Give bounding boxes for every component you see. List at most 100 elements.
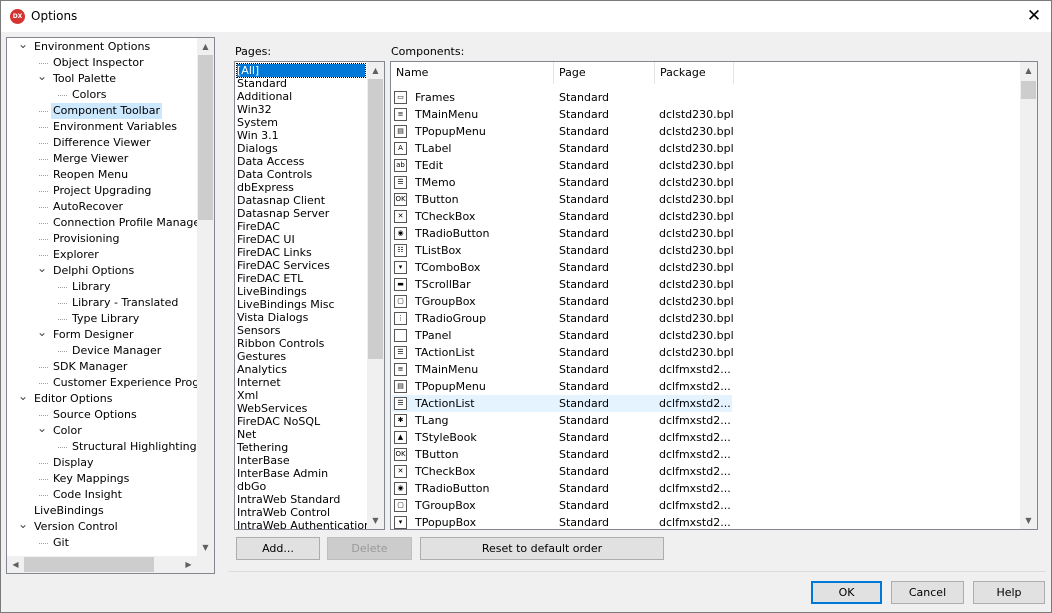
page-list-item[interactable]: Data Controls [237,168,312,181]
page-list-item[interactable]: dbGo [237,480,266,493]
scroll-right-icon[interactable]: ▶ [180,556,197,573]
component-row[interactable]: ☰ TActionList Standard dclstd230.bpl [392,344,734,361]
page-list-item[interactable]: Xml [237,389,258,402]
scroll-down-icon[interactable]: ▼ [367,512,384,529]
page-list-item[interactable]: InterBase [237,454,290,467]
tree-item[interactable]: Git [7,535,197,551]
tree-item[interactable]: Project Upgrading [7,183,197,199]
page-list-item[interactable]: FireDAC UI [237,233,295,246]
tree-item[interactable]: Colors [7,87,197,103]
component-row[interactable]: ▢ TGroupBox Standard dclfmxstd2... [392,497,732,514]
tree-item[interactable]: ⌄ Form Designer [7,324,197,343]
chevron-down-icon[interactable]: ⌄ [37,324,47,340]
component-row[interactable]: ▤ TPopupMenu Standard dclstd230.bpl [392,123,734,140]
chevron-down-icon[interactable]: ⌄ [37,68,47,84]
page-list-item[interactable]: Tethering [237,441,288,454]
component-row[interactable]: ☰ TMemo Standard dclstd230.bpl [392,174,734,191]
page-list-item[interactable]: WebServices [237,402,307,415]
tree-item[interactable]: Display [7,455,197,471]
component-row[interactable]: ✱ TLang Standard dclfmxstd2... [392,412,732,429]
page-list-item[interactable]: FireDAC Links [237,246,312,259]
scroll-left-icon[interactable]: ◀ [7,556,24,573]
component-row[interactable]: TPanel Standard dclstd230.bpl [392,327,734,344]
scroll-thumb[interactable] [198,55,213,220]
tree-item[interactable]: Connection Profile Manager [7,215,205,231]
page-list-item[interactable]: Win 3.1 [237,129,279,142]
page-list-item[interactable]: [All] [236,63,366,78]
scroll-up-icon[interactable]: ▲ [367,62,384,79]
hscroll-thumb[interactable] [24,557,154,572]
tree-item[interactable]: Reopen Menu [7,167,197,183]
tree-item[interactable]: Code Insight [7,487,197,503]
tree-item[interactable]: Component Toolbar [7,103,197,119]
tree-item[interactable]: Library - Translated [7,295,197,311]
scroll-down-icon[interactable]: ▼ [197,539,214,556]
page-list-item[interactable]: FireDAC NoSQL [237,415,320,428]
tree-item[interactable]: LiveBindings [7,503,197,519]
pages-listbox[interactable]: [All] Standard Additional Win32 System Win 3.… [234,61,385,530]
tree-item[interactable]: Structural Highlighting [7,439,197,455]
component-row[interactable]: ◉ TRadioButton Standard dclstd230.bpl [392,225,734,242]
page-list-item[interactable]: Sensors [237,324,280,337]
pages-vertical-scrollbar[interactable]: ▲ ▼ [367,62,384,529]
page-list-item[interactable]: FireDAC [237,220,280,233]
page-list-item[interactable]: Data Access [237,155,304,168]
page-list-item[interactable]: Gestures [237,350,286,363]
scroll-up-icon[interactable]: ▲ [197,38,214,55]
reset-default-order-button[interactable]: Reset to default order [420,537,664,560]
page-list-item[interactable]: IntraWeb Standard [237,493,340,506]
chevron-down-icon[interactable]: ⌄ [18,388,28,404]
page-list-item[interactable]: Standard [237,77,287,90]
component-row[interactable]: ▬ TScrollBar Standard dclstd230.bpl [392,276,734,293]
tree-item[interactable]: ⌄ Tool Palette [7,68,197,87]
component-row[interactable]: OK TButton Standard dclstd230.bpl [392,191,734,208]
tree-item[interactable]: ⌄ Editor Options [7,388,197,407]
delete-button[interactable]: Delete [327,537,412,560]
page-list-item[interactable]: Vista Dialogs [237,311,308,324]
add-button[interactable]: Add... [236,537,320,560]
column-header-name[interactable]: Name [391,62,554,84]
page-list-item[interactable]: IntraWeb Authentication [237,519,371,529]
component-row[interactable]: ☷ TListBox Standard dclstd230.bpl [392,242,734,259]
component-row[interactable]: ab TEdit Standard dclstd230.bpl [392,157,734,174]
close-icon[interactable]: ✕ [1019,3,1049,29]
component-row[interactable]: ≡ TMainMenu Standard dclfmxstd2... [392,361,732,378]
cancel-button[interactable]: Cancel [891,581,964,604]
tree-item[interactable]: ⌄ Delphi Options [7,260,197,279]
component-row[interactable]: ▲ TStyleBook Standard dclfmxstd2... [392,429,732,446]
page-list-item[interactable]: Analytics [237,363,287,376]
component-row[interactable]: ▭ Frames Standard [392,89,732,106]
tree-item[interactable]: Device Manager [7,343,197,359]
tree-vertical-scrollbar[interactable]: ▲ ▼ [197,38,214,556]
chevron-down-icon[interactable]: ⌄ [37,420,47,436]
component-row[interactable]: ⋮ TRadioGroup Standard dclstd230.bpl [392,310,734,327]
page-list-item[interactable]: System [237,116,278,129]
tree-item[interactable]: Explorer [7,247,197,263]
chevron-down-icon[interactable]: ⌄ [18,38,28,52]
page-list-item[interactable]: dbExpress [237,181,294,194]
tree-item[interactable]: Difference Viewer [7,135,197,151]
help-button[interactable]: Help [973,581,1045,604]
component-row[interactable]: ✕ TCheckBox Standard dclstd230.bpl [392,208,734,225]
chevron-down-icon[interactable]: ⌄ [18,516,28,532]
options-tree[interactable]: ⌄ Environment Options Object Inspector ⌄ Too… [6,37,215,574]
component-row[interactable]: ✕ TCheckBox Standard dclfmxstd2... [392,463,732,480]
page-list-item[interactable]: Additional [237,90,292,103]
tree-item[interactable]: Type Library [7,311,197,327]
component-row[interactable]: ☰ TActionList Standard dclfmxstd2... [392,395,732,412]
component-row[interactable]: ▤ TPopupMenu Standard dclfmxstd2... [392,378,732,395]
page-list-item[interactable]: Net [237,428,256,441]
tree-item[interactable]: SDK Manager [7,359,197,375]
component-row[interactable]: A TLabel Standard dclstd230.bpl [392,140,734,157]
chevron-down-icon[interactable]: ⌄ [37,260,47,276]
component-row[interactable]: OK TButton Standard dclfmxstd2... [392,446,732,463]
tree-item[interactable]: AutoRecover [7,199,197,215]
tree-item[interactable]: ⌄ Environment Options [7,38,197,55]
component-row[interactable]: ≡ TMainMenu Standard dclstd230.bpl [392,106,734,123]
page-list-item[interactable]: FireDAC ETL [237,272,303,285]
tree-item[interactable]: ⌄ Color [7,420,197,439]
ok-button[interactable]: OK [811,581,882,604]
page-list-item[interactable]: Internet [237,376,281,389]
scroll-thumb[interactable] [368,79,383,359]
page-list-item[interactable]: FireDAC Services [237,259,330,272]
